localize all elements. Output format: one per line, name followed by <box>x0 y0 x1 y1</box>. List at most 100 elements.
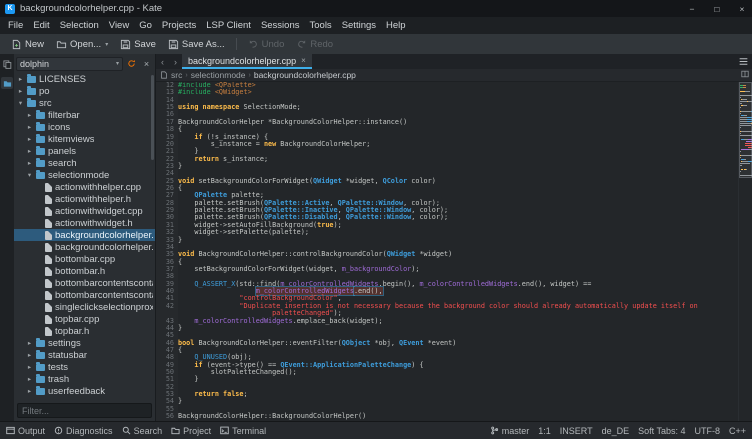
collapse-icon[interactable]: ▾ <box>17 99 24 107</box>
menu-settings[interactable]: Settings <box>337 17 381 34</box>
tree-item-topbar-h[interactable]: topbar.h <box>14 325 155 337</box>
new-button[interactable]: New <box>6 37 49 52</box>
tree-item-tests[interactable]: ▸tests <box>14 361 155 373</box>
close-icon[interactable]: × <box>732 0 752 17</box>
tree-item-actionwithhelper-cpp[interactable]: actionwithhelper.cpp <box>14 181 155 193</box>
code-line-47[interactable]: { <box>178 347 738 354</box>
redo-button[interactable]: Redo <box>291 37 338 52</box>
minimap-viewport[interactable] <box>739 82 752 178</box>
panel-button-search[interactable]: Search <box>122 426 163 436</box>
status-1-1[interactable]: 1:1 <box>538 426 551 436</box>
menu-selection[interactable]: Selection <box>55 17 104 34</box>
code-lines[interactable]: #include <QPalette>#include <QWidget>usi… <box>178 82 738 421</box>
code-line-46[interactable]: bool BackgroundColorHelper::eventFilter(… <box>178 340 738 347</box>
expand-icon[interactable]: ▸ <box>26 351 33 359</box>
tree-scrollbar[interactable] <box>151 75 154 160</box>
code-line-53[interactable]: return false; <box>178 391 738 398</box>
nav-forward-icon[interactable]: › <box>169 54 182 69</box>
project-selector[interactable]: dolphin ▾ <box>16 57 123 71</box>
code-line-17[interactable]: BackgroundColorHelper *BackgroundColorHe… <box>178 119 738 126</box>
sidebar-tool-projects[interactable] <box>1 77 13 89</box>
menu-go[interactable]: Go <box>134 17 157 34</box>
tree-item-settings[interactable]: ▸settings <box>14 337 155 349</box>
expand-icon[interactable]: ▸ <box>26 135 33 143</box>
code-line-51[interactable]: } <box>178 376 738 383</box>
panel-button-project[interactable]: Project <box>171 426 211 436</box>
panel-button-output[interactable]: Output <box>6 426 45 436</box>
tree-item-statusbar[interactable]: ▸statusbar <box>14 349 155 361</box>
code-line-54[interactable]: } <box>178 398 738 405</box>
tree-item-actionwithwidget-h[interactable]: actionwithwidget.h <box>14 217 155 229</box>
tree-item-selectionmode[interactable]: ▾selectionmode <box>14 169 155 181</box>
status-insert[interactable]: INSERT <box>560 426 593 436</box>
panel-button-terminal[interactable]: Terminal <box>220 426 266 436</box>
code-line-50[interactable]: slotPaletteChanged(); <box>178 369 738 376</box>
tree-item-bottombarcontentscontainer-cpp[interactable]: bottombarcontentscontainer.cpp <box>14 277 155 289</box>
tree-item-filterbar[interactable]: ▸filterbar <box>14 109 155 121</box>
minimap[interactable] <box>738 82 752 421</box>
menu-tools[interactable]: Tools <box>305 17 337 34</box>
code-editor[interactable]: 1213141516171819202122232425262728293031… <box>156 82 752 421</box>
expand-icon[interactable]: ▸ <box>26 159 33 167</box>
tree-item-bottombarcontentscontainer-h[interactable]: bottombarcontentscontainer.h <box>14 289 155 301</box>
status-utf-8[interactable]: UTF-8 <box>694 426 720 436</box>
menu-help[interactable]: Help <box>381 17 411 34</box>
tree-item-backgroundcolorhelper-h[interactable]: backgroundcolorhelper.h <box>14 241 155 253</box>
menu-file[interactable]: File <box>3 17 28 34</box>
tab-close-icon[interactable]: × <box>301 56 306 65</box>
tree-item-backgroundcolorhelper-cpp[interactable]: backgroundcolorhelper.cpp <box>14 229 155 241</box>
document-list-icon[interactable] <box>738 56 749 67</box>
menu-projects[interactable]: Projects <box>157 17 201 34</box>
project-filter-input[interactable] <box>17 403 152 418</box>
expand-icon[interactable]: ▸ <box>26 375 33 383</box>
close-project-button[interactable]: × <box>140 57 153 70</box>
collapse-icon[interactable]: ▾ <box>26 171 33 179</box>
expand-icon[interactable]: ▸ <box>26 123 33 131</box>
tree-item-bottombar-cpp[interactable]: bottombar.cpp <box>14 253 155 265</box>
code-line-56[interactable]: BackgroundColorHelper::BackgroundColorHe… <box>178 413 738 420</box>
code-line-23[interactable]: } <box>178 163 738 170</box>
breadcrumb-item-backgroundcolorhelper-cpp[interactable]: backgroundcolorhelper.cpp <box>254 70 356 80</box>
save-button[interactable]: Save <box>115 37 161 52</box>
tree-item-licenses[interactable]: ▸LICENSES <box>14 73 155 85</box>
expand-icon[interactable]: ▸ <box>26 147 33 155</box>
code-line-33[interactable]: } <box>178 237 738 244</box>
status-c[interactable]: C++ <box>729 426 746 436</box>
menu-edit[interactable]: Edit <box>28 17 54 34</box>
code-line-12[interactable]: #include <QPalette> <box>178 82 738 89</box>
split-view-icon[interactable] <box>741 70 749 78</box>
code-line-20[interactable]: s_instance = new BackgroundColorHelper; <box>178 141 738 148</box>
tree-item-singleclickselectionproxystyle-h[interactable]: singleclickselectionproxystyle.h <box>14 301 155 313</box>
expand-icon[interactable]: ▸ <box>26 111 33 119</box>
tree-item-userfeedback[interactable]: ▸userfeedback <box>14 385 155 397</box>
nav-back-icon[interactable]: ‹ <box>156 54 169 69</box>
undo-button[interactable]: Undo <box>243 37 290 52</box>
status-master[interactable]: master <box>490 426 530 436</box>
tree-item-po[interactable]: ▸po <box>14 85 155 97</box>
expand-icon[interactable]: ▸ <box>26 363 33 371</box>
code-line-44[interactable]: } <box>178 325 738 332</box>
expand-icon[interactable]: ▸ <box>26 387 33 395</box>
tree-item-src[interactable]: ▾src <box>14 97 155 109</box>
expand-icon[interactable]: ▸ <box>17 87 24 95</box>
minimize-icon[interactable]: − <box>682 0 702 17</box>
code-line-52[interactable] <box>178 384 738 391</box>
code-line-13[interactable]: #include <QWidget> <box>178 89 738 96</box>
code-line-43[interactable]: m_colorControlledWidgets.emplace_back(wi… <box>178 318 738 325</box>
tree-item-actionwithwidget-cpp[interactable]: actionwithwidget.cpp <box>14 205 155 217</box>
maximize-icon[interactable]: □ <box>707 0 727 17</box>
code-line-32[interactable]: widget->setPalette(palette); <box>178 229 738 236</box>
reload-project-button[interactable] <box>125 57 138 70</box>
tree-item-panels[interactable]: ▸panels <box>14 145 155 157</box>
code-line-22[interactable]: return s_instance; <box>178 156 738 163</box>
expand-icon[interactable]: ▸ <box>26 339 33 347</box>
code-line-35[interactable]: void BackgroundColorHelper::controlBackg… <box>178 251 738 258</box>
tree-item-trash[interactable]: ▸trash <box>14 373 155 385</box>
menu-lsp-client[interactable]: LSP Client <box>201 17 256 34</box>
sidebar-tool-documents[interactable] <box>1 58 13 70</box>
tree-item-bottombar-h[interactable]: bottombar.h <box>14 265 155 277</box>
tree-item-search[interactable]: ▸search <box>14 157 155 169</box>
tree-item-actionwithhelper-h[interactable]: actionwithhelper.h <box>14 193 155 205</box>
panel-button-diagnostics[interactable]: Diagnostics <box>54 426 113 436</box>
tree-item-icons[interactable]: ▸icons <box>14 121 155 133</box>
